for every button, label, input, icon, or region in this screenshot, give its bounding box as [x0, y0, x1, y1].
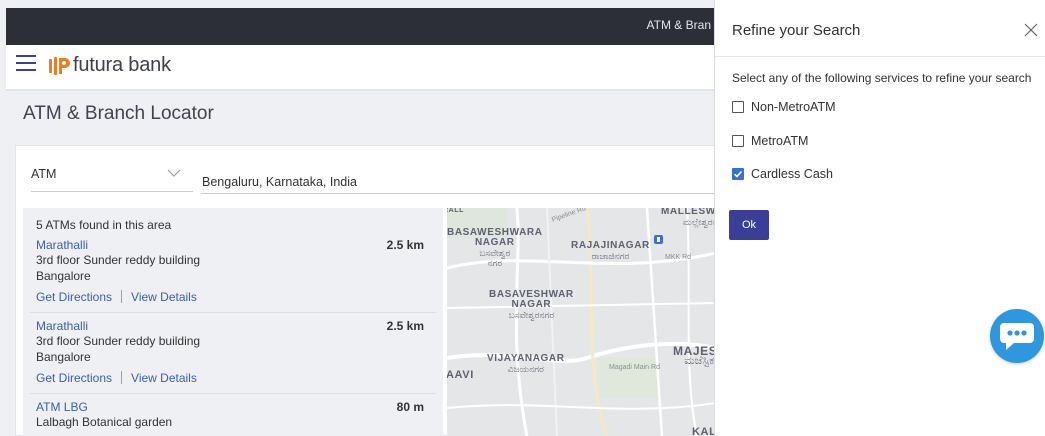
futura-logo-icon [49, 56, 70, 75]
map-road-label: Magadi Main Rd [609, 364, 660, 371]
atm-distance: 2.5 km [386, 319, 424, 333]
map-label-aavi: AAVI [447, 369, 474, 381]
brand-logo[interactable]: futura bank [48, 54, 171, 77]
atm-address-city: Bangalore [36, 350, 91, 364]
map-label-top: RALL [447, 208, 465, 214]
map-view[interactable]: RALL MALLESWARA ಮಲ್ಲೇಶ್ವರಂ BASAWESHWARA … [447, 208, 716, 436]
chevron-down-icon [167, 169, 181, 177]
option-label: MetroATM [751, 134, 809, 148]
list-item: ATM LBG Lalbagh Botanical garden 80 m [36, 400, 436, 430]
atm-address-city: Bangalore [36, 269, 91, 283]
map-label-majest: MAJEST ಮಜೆಸ್ಟಿಕ [673, 344, 716, 367]
map-label-malleswara: MALLESWARA ಮಲ್ಲೇಶ್ವರಂ [661, 208, 716, 227]
map-road-label: MKK Rd [665, 254, 692, 261]
atm-address-line: 3rd floor Sunder reddy building [36, 253, 201, 267]
chat-button[interactable] [990, 309, 1044, 363]
close-icon[interactable] [1023, 22, 1039, 38]
result-actions: Get Directions View Details [36, 371, 436, 385]
hamburger-menu-icon[interactable] [16, 55, 36, 73]
link-separator [121, 290, 123, 303]
option-label: Non-MetroATM [751, 100, 836, 114]
results-count: 5 ATMs found in this area [36, 218, 172, 232]
option-cardless-cash[interactable]: Cardless Cash [732, 167, 833, 181]
location-search-input[interactable] [201, 166, 716, 194]
map-label-rajajinagar: RAJAJINAGAR ರಾಜಾಜಿನಗರ [571, 240, 650, 262]
atm-address-line: 3rd floor Sunder reddy building [36, 334, 201, 348]
atm-name-link[interactable]: ATM LBG [36, 400, 436, 414]
refine-title: Refine your Search [732, 22, 861, 39]
result-divider [30, 312, 436, 313]
map-label-basaveshwar: BASAVESHWAR NAGAR ಬಸವೇಶ್ವರನಗರ [489, 289, 574, 321]
atm-name-link[interactable]: Marathalli [36, 319, 436, 333]
filter-row: ATM [16, 146, 716, 201]
option-metro-atm[interactable]: MetroATM [732, 134, 808, 148]
option-label: Cardless Cash [751, 167, 833, 181]
chat-icon [1000, 323, 1034, 350]
view-details-link[interactable]: View Details [131, 290, 197, 304]
page-title: ATM & Branch Locator [23, 103, 214, 124]
result-actions: Get Directions View Details [36, 290, 436, 304]
get-directions-link[interactable]: Get Directions [36, 290, 112, 304]
list-item: Marathalli 3rd floor Sunder reddy buildi… [36, 238, 436, 304]
map-label-vijayanagar: VIJAYANAGAR ವಿಜಯನಗರ [487, 353, 565, 375]
checkmark-icon [733, 170, 743, 178]
map-label-kal: KAL [692, 426, 716, 436]
refine-search-panel: Refine your Search Select any of the fol… [715, 0, 1045, 436]
atm-name-link[interactable]: Marathalli [36, 238, 436, 252]
checkbox-metro-atm[interactable] [732, 135, 744, 147]
top-bar: ATM & Bran [6, 8, 715, 45]
locator-card: ATM 5 ATMs found in this area Marathalli… [15, 145, 716, 436]
results-list: 5 ATMs found in this area Marathalli 3rd… [23, 208, 443, 436]
brand-name: futura bank [73, 54, 171, 76]
atm-distance: 2.5 km [386, 238, 424, 252]
link-separator [121, 371, 123, 384]
app-header: futura bank [6, 45, 715, 91]
checkbox-cardless-cash[interactable] [732, 168, 744, 180]
location-type-value: ATM [31, 167, 57, 181]
list-item: Marathalli 3rd floor Sunder reddy buildi… [36, 319, 436, 385]
drawer-divider [715, 56, 1045, 57]
atm-address-line: Lalbagh Botanical garden [36, 415, 173, 429]
result-divider [30, 393, 436, 394]
map-label-basaweshwara: BASAWESHWARA NAGAR ಬಸವೇಶ್ವರ ನಗರ [447, 227, 543, 269]
ok-button[interactable]: Ok [729, 210, 769, 240]
page-title-strip: ATM & Branch Locator [6, 93, 715, 133]
refine-description: Select any of the following services to … [732, 71, 1032, 85]
top-bar-text: ATM & Bran [646, 18, 711, 32]
get-directions-link[interactable]: Get Directions [36, 371, 112, 385]
checkbox-non-metro-atm[interactable] [732, 101, 744, 113]
location-type-select[interactable]: ATM [31, 164, 193, 192]
view-details-link[interactable]: View Details [131, 371, 197, 385]
atm-distance: 80 m [396, 400, 424, 414]
option-non-metro-atm[interactable]: Non-MetroATM [732, 100, 836, 114]
